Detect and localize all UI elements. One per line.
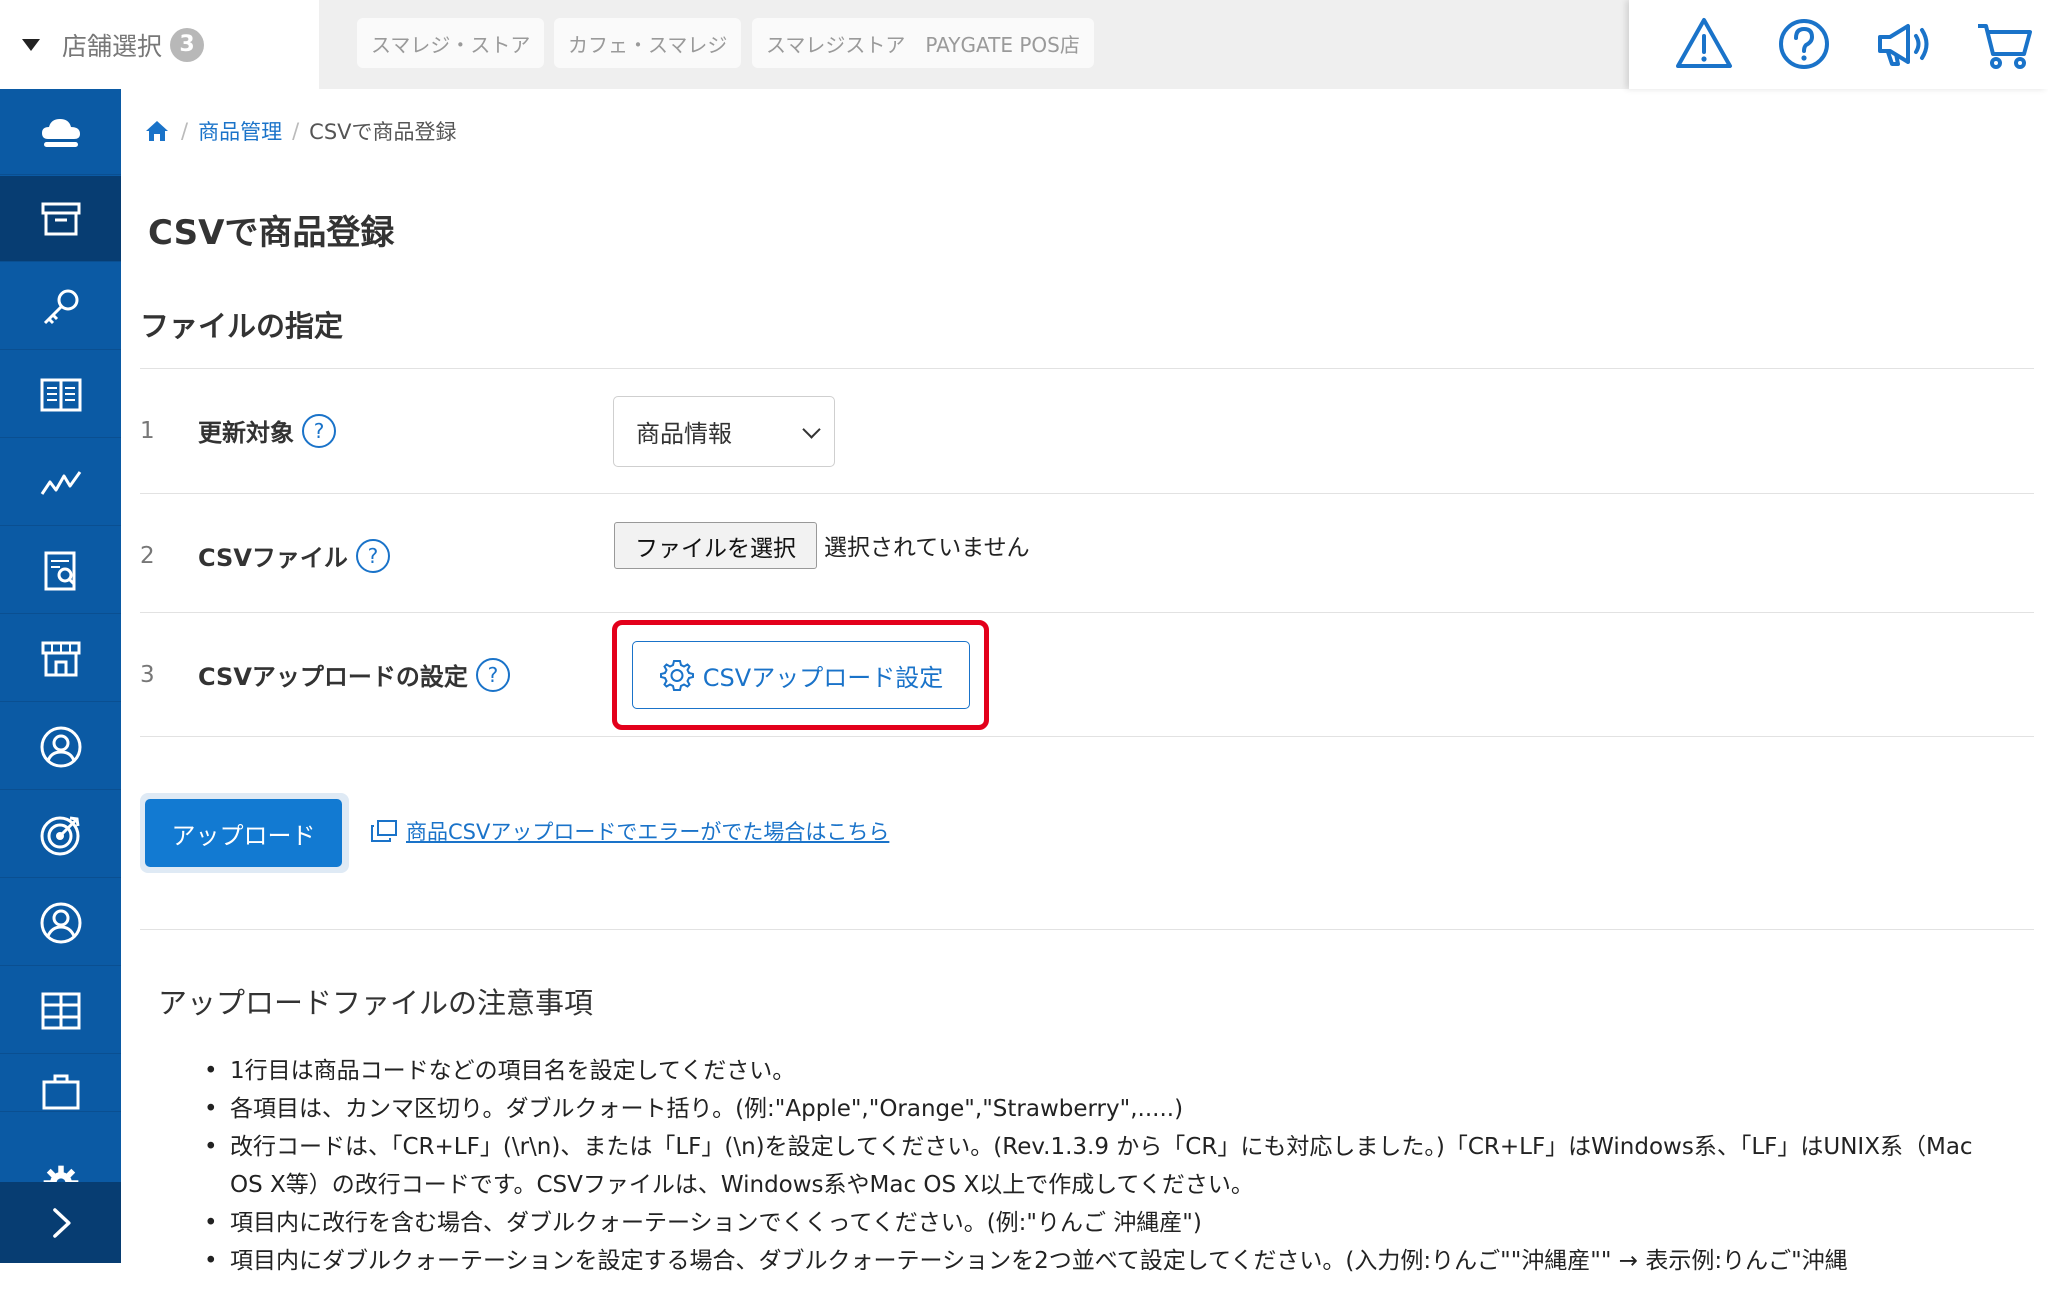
store-count-badge: 3 xyxy=(170,27,205,62)
list-item: 項目内に改行を含む場合、ダブルクォーテーションでくくってください。(例:"りんご… xyxy=(204,1204,2010,1242)
help-icon[interactable]: ? xyxy=(302,413,336,448)
row-label-csv-file: CSVファイル ? xyxy=(198,538,390,573)
upload-button[interactable]: アップロード xyxy=(145,799,342,867)
choose-file-button[interactable]: ファイルを選択 xyxy=(614,522,817,569)
sidebar-item-staff[interactable] xyxy=(0,880,121,966)
list-item: 項目内にダブルクォーテーションを設定する場合、ダブルクォーテーションを2つ並べて… xyxy=(204,1242,2010,1280)
report-icon xyxy=(44,551,75,590)
row-label-upload-settings: CSVアップロードの設定 ? xyxy=(198,657,510,692)
row-label-text: CSVアップロードの設定 xyxy=(198,663,468,691)
help-circle-icon[interactable] xyxy=(1774,14,1834,74)
archive-box-icon xyxy=(41,202,80,235)
notes-list: 1行目は商品コードなどの項目名を設定してください。 各項目は、カンマ区切り。ダブ… xyxy=(204,1052,2010,1280)
key-icon xyxy=(43,289,78,324)
store-tab-1[interactable]: スマレジ・ストア xyxy=(357,18,545,68)
select-value: 商品情報 xyxy=(636,420,732,448)
chevron-right-icon xyxy=(52,1207,71,1238)
row-number: 3 xyxy=(140,662,155,688)
top-bar: 店舗選択 3 スマレジ・ストア カフェ・スマレジ スマレジストア PAYGATE… xyxy=(0,0,2048,89)
gear-icon xyxy=(659,660,694,691)
row-number: 1 xyxy=(140,418,155,444)
row-divider xyxy=(140,368,2034,369)
book-icon xyxy=(40,378,81,411)
breadcrumb-separator: / xyxy=(292,119,300,143)
breadcrumb-separator: / xyxy=(181,119,189,143)
page-title: CSVで商品登録 xyxy=(148,213,395,253)
target-icon xyxy=(40,816,79,855)
caret-down-icon xyxy=(22,38,40,51)
sidebar-item-target[interactable] xyxy=(0,792,121,878)
sidebar-item-store[interactable] xyxy=(0,616,121,702)
sidebar-item-products[interactable] xyxy=(0,176,121,262)
row-divider xyxy=(140,612,2034,613)
update-target-select[interactable]: 商品情報 xyxy=(613,396,835,467)
briefcase-icon xyxy=(42,1074,79,1110)
staff-icon xyxy=(40,902,81,943)
section-title: ファイルの指定 xyxy=(140,309,344,343)
sidebar-item-book[interactable] xyxy=(0,352,121,438)
notes-title: アップロードファイルの注意事項 xyxy=(158,986,594,1020)
breadcrumb: / 商品管理 / CSVで商品登録 xyxy=(143,114,457,148)
store-tab-3[interactable]: スマレジストア PAYGATE POS店 xyxy=(752,18,1094,68)
help-icon[interactable]: ? xyxy=(475,657,510,692)
sidebar-item-more[interactable] xyxy=(0,1056,121,1112)
row-label-text: CSVファイル xyxy=(198,544,348,572)
list-item: 各項目は、カンマ区切り。ダブルクォート括り。(例:"Apple","Orange… xyxy=(204,1090,2010,1128)
store-select-dropdown[interactable]: 店舗選択 3 xyxy=(0,0,319,89)
sidebar-item-key[interactable] xyxy=(0,264,121,350)
chevron-down-icon xyxy=(802,420,821,439)
sidebar-item-reports[interactable] xyxy=(0,528,121,614)
csv-error-help-link[interactable]: 商品CSVアップロードでエラーがでた場合はこちら xyxy=(370,816,889,846)
sidebar-item-cloud[interactable] xyxy=(0,89,121,175)
sidebar-item-apps[interactable] xyxy=(0,968,121,1054)
csv-error-help-link-text: 商品CSVアップロードでエラーがでた場合はこちら xyxy=(406,820,890,844)
sidebar xyxy=(0,89,121,1285)
row-label-text: 更新対象 xyxy=(198,419,294,447)
list-item: 1行目は商品コードなどの項目名を設定してください。 xyxy=(204,1052,2010,1090)
row-number: 2 xyxy=(140,543,155,569)
sidebar-item-customers[interactable] xyxy=(0,704,121,790)
sidebar-item-analytics[interactable] xyxy=(0,440,121,526)
sidebar-collapse-toggle[interactable] xyxy=(0,1182,121,1263)
row-divider xyxy=(140,493,2034,494)
external-window-icon xyxy=(371,820,397,842)
megaphone-icon[interactable] xyxy=(1874,14,1934,74)
store-select-label: 店舗選択 xyxy=(62,31,163,61)
cart-icon[interactable] xyxy=(1974,14,2034,74)
store-icon xyxy=(41,641,80,676)
row-label-target: 更新対象 ? xyxy=(198,413,336,448)
breadcrumb-current: CSVで商品登録 xyxy=(309,120,457,144)
apps-icon xyxy=(41,992,80,1029)
file-status-text: 選択されていません xyxy=(824,535,1030,561)
breadcrumb-products[interactable]: 商品管理 xyxy=(198,116,282,146)
csv-upload-settings-button[interactable]: CSVアップロード設定 xyxy=(632,641,970,709)
list-item: 改行コードは、「CR+LF」(\r\n)、または「LF」(\n)を設定してくださ… xyxy=(204,1128,2010,1204)
csv-upload-settings-label: CSVアップロード設定 xyxy=(702,663,944,692)
chart-icon xyxy=(40,470,81,495)
row-divider xyxy=(140,736,2034,737)
top-right-toolbar xyxy=(1629,0,2048,89)
warning-icon[interactable] xyxy=(1674,14,1734,74)
help-icon[interactable]: ? xyxy=(355,538,390,573)
customer-icon xyxy=(40,726,81,767)
home-icon[interactable] xyxy=(143,117,171,145)
store-tab-2[interactable]: カフェ・スマレジ xyxy=(554,18,742,68)
cloud-icon xyxy=(41,118,80,147)
notes-divider xyxy=(140,929,2034,930)
